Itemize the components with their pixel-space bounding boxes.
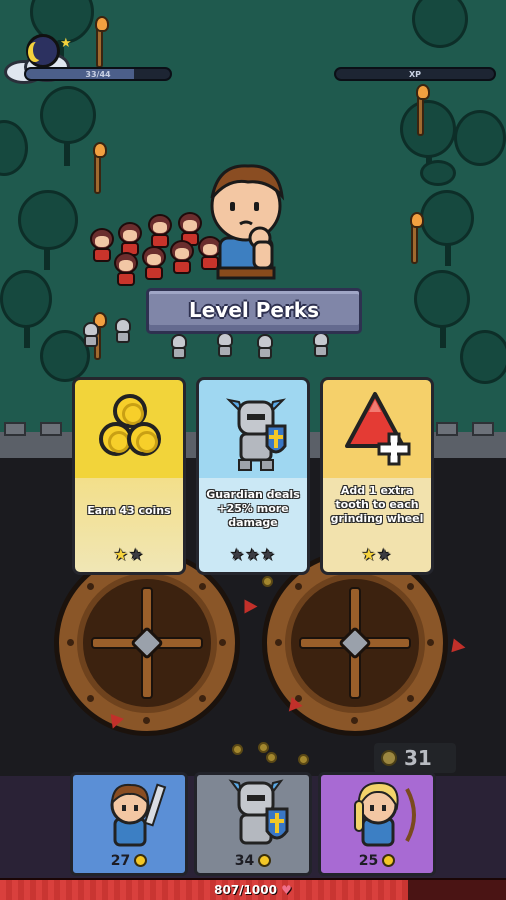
star-filled-icon: ★	[113, 545, 129, 564]
star-icon: ★	[60, 36, 72, 51]
ally-guardian	[168, 334, 190, 360]
xp-label: XP	[408, 70, 422, 79]
coin-icon	[262, 576, 273, 587]
guardian-knight-icon	[228, 779, 289, 845]
hero-cost-value: 25	[358, 853, 379, 869]
perk-description: Earn 43 coins	[87, 504, 171, 517]
star-empty-icon: ★	[245, 545, 261, 564]
hero-cost-value: 27	[110, 853, 131, 869]
hero-cost: 27	[73, 853, 185, 869]
castle-health-bar: 807/1000 ♥	[0, 878, 506, 900]
coin-icon	[134, 854, 148, 867]
torch	[410, 212, 424, 264]
coin-icon	[382, 854, 396, 867]
level-perks-banner: Level Perks	[146, 288, 362, 334]
torch	[93, 142, 107, 194]
perk-stars: ★★★	[199, 545, 307, 564]
xp-bar: XP	[334, 67, 496, 81]
forest-battlefield: ★ 33/44 XP Level Perks	[0, 0, 506, 440]
heart-icon: ♥	[281, 883, 292, 897]
ally-guardian	[80, 322, 102, 348]
modal-title: Level Perks	[188, 298, 320, 322]
red-tooth-plus-icon	[345, 392, 411, 466]
grinding-wheel-left	[54, 550, 240, 736]
hero-thinking	[210, 164, 285, 280]
coin-icon	[266, 752, 277, 763]
coin-count: 31	[404, 746, 432, 770]
coin-icon	[258, 742, 269, 753]
night-progress-bar: 33/44	[24, 67, 172, 81]
enemy-soldier	[168, 240, 196, 274]
wheel-tooth-icon	[244, 599, 258, 614]
perk-card-coins[interactable]: Earn 43 coins ★★	[72, 377, 186, 575]
coin-counter: 31	[374, 743, 456, 773]
hero-cost-value: 34	[234, 853, 255, 869]
hero-slot-guardian[interactable]: 34	[194, 772, 312, 876]
hero-slot-swordsman[interactable]: 27	[70, 772, 188, 876]
coin-icon	[232, 744, 243, 755]
star-empty-icon: ★	[377, 545, 393, 564]
star-empty-icon: ★	[229, 545, 246, 564]
swordsman-icon	[110, 783, 167, 847]
coin-icon	[127, 422, 161, 456]
star-empty-icon: ★	[260, 545, 277, 564]
enemy-soldier	[140, 246, 168, 280]
perk-description: Add 1 extra tooth to each grinding wheel	[330, 484, 424, 525]
archer-icon	[354, 781, 416, 847]
hero-cost: 25	[321, 853, 433, 869]
perk-card-tooth[interactable]: Add 1 extra tooth to each grinding wheel…	[320, 377, 434, 575]
perk-stars: ★★	[323, 545, 431, 564]
torch	[416, 84, 430, 136]
perk-stars: ★★	[75, 545, 183, 564]
hero-cost: 34	[197, 853, 309, 869]
guardian-knight-icon	[225, 398, 287, 471]
perk-card-guardian[interactable]: Guardian deals +25% more damage ★★★	[196, 377, 310, 575]
enemy-soldier	[112, 252, 140, 286]
ally-guardian	[254, 334, 276, 360]
star-empty-icon: ★	[129, 545, 145, 564]
coin-icon	[381, 750, 397, 766]
health-text: 807/1000	[214, 883, 277, 897]
perk-description: Guardian deals +25% more damage	[206, 488, 300, 529]
night-progress-text: 33/44	[85, 70, 111, 79]
ally-guardian	[214, 332, 236, 358]
wheel-tooth-icon	[451, 638, 467, 655]
moon-icon	[26, 34, 60, 68]
hero-slot-archer[interactable]: 25	[318, 772, 436, 876]
coin-icon	[298, 754, 309, 765]
ally-guardian	[112, 318, 134, 344]
torch	[95, 16, 109, 68]
ally-guardian	[310, 332, 332, 358]
coin-icon	[258, 854, 272, 867]
star-filled-icon: ★	[361, 545, 377, 564]
